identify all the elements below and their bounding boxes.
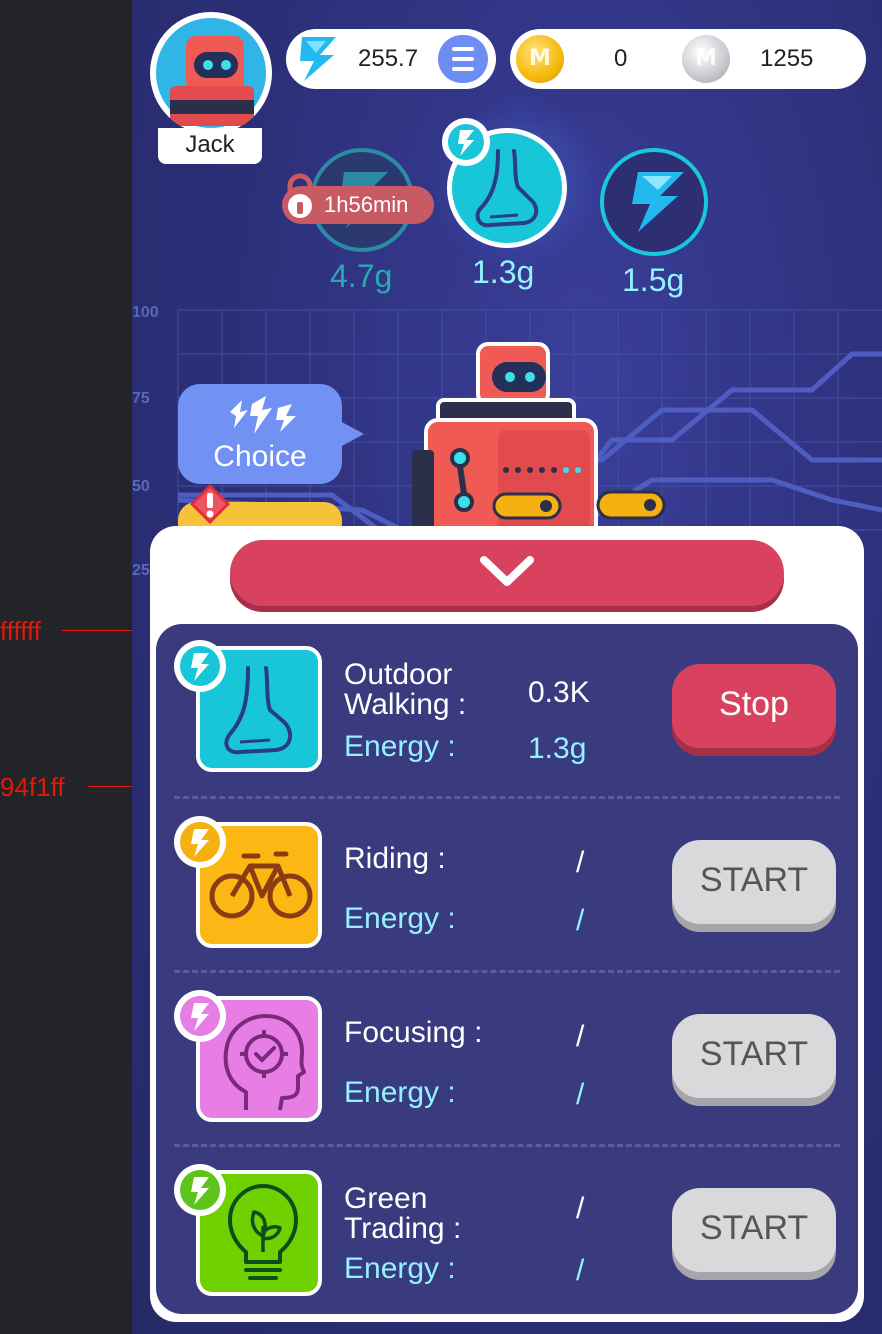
silver-coin-icon: M — [682, 35, 730, 83]
activity-panel: Outdoor Walking : 0.3K Energy : 1.3g Stop — [150, 526, 864, 1322]
chevron-down-icon — [480, 556, 534, 586]
silver-balance-value: 1255 — [760, 45, 814, 72]
energy-node-value: 4.7g — [330, 258, 393, 294]
energy-node-value: 1.3g — [472, 254, 535, 290]
foot-icon — [224, 666, 293, 755]
activity-value: 0.3K — [528, 676, 590, 709]
robot-avatar-icon — [170, 36, 254, 126]
head-focus-icon — [223, 1014, 306, 1111]
start-button[interactable]: START — [672, 1188, 836, 1272]
left-margin — [0, 0, 132, 1334]
energy-value: / — [576, 1078, 585, 1111]
gold-coin-icon: M — [516, 35, 564, 83]
chart-y-tick: 100 — [132, 304, 159, 321]
lightning-badge — [174, 816, 226, 868]
app-screen: Jack 255.7 M 0 M 1255 1h56min 4.7g 1.3g … — [132, 0, 882, 1334]
list-item-green-trading: Green Trading : / Energy : / START — [156, 1148, 858, 1322]
lightning-cluster-icon — [230, 396, 296, 434]
energy-value: / — [576, 1254, 585, 1287]
profile[interactable]: Jack — [150, 12, 272, 164]
activity-value: / — [576, 846, 585, 879]
lightning-icon — [632, 172, 684, 232]
activity-value: / — [576, 1192, 585, 1225]
alert-icon — [190, 484, 230, 524]
energy-node-value: 1.5g — [622, 262, 685, 298]
energy-label: Energy : — [344, 1076, 456, 1109]
activity-name: Focusing : — [344, 1016, 483, 1049]
energy-balance: 255.7 — [286, 29, 496, 89]
annotation-bottom-color: 94f1ff — [0, 772, 65, 802]
lightning-badge — [174, 640, 226, 692]
energy-node-ready[interactable] — [600, 148, 708, 256]
energy-label: Energy : — [344, 730, 456, 763]
menu-button[interactable] — [438, 35, 488, 83]
activity-name: Green Trading : — [344, 1182, 462, 1245]
lightbulb-icon — [228, 1184, 298, 1280]
activity-value: / — [576, 1020, 585, 1053]
activity-name: Outdoor Walking : — [344, 658, 467, 721]
gold-balance-value: 0 — [614, 45, 628, 72]
choice-button[interactable]: Choice — [178, 384, 342, 484]
row-divider — [174, 1144, 840, 1147]
activity-name: Riding : — [344, 842, 446, 875]
activity-list: Outdoor Walking : 0.3K Energy : 1.3g Stop — [156, 624, 858, 1314]
energy-value: / — [576, 904, 585, 937]
energy-label: Energy : — [344, 1252, 456, 1285]
lightning-icon — [300, 37, 336, 81]
annotation-top-color: ffffff — [0, 616, 41, 646]
row-divider — [174, 970, 840, 973]
row-divider — [174, 796, 840, 799]
coin-balances: M 0 M 1255 — [510, 29, 866, 89]
energy-balance-value: 255.7 — [358, 45, 419, 72]
start-button[interactable]: START — [672, 840, 836, 924]
robot-mascot — [412, 342, 666, 540]
chart-y-tick: 50 — [132, 478, 150, 495]
list-item-riding: Riding : / Energy : / START — [156, 800, 858, 974]
lock-icon — [283, 173, 317, 223]
avatar[interactable] — [150, 12, 272, 134]
start-button[interactable]: START — [672, 1014, 836, 1098]
collapse-button[interactable] — [230, 540, 784, 606]
list-item-focusing: Focusing : / Energy : / START — [156, 974, 858, 1148]
username-label: Jack — [158, 128, 262, 164]
energy-value: 1.3g — [528, 732, 587, 765]
stop-button[interactable]: Stop — [672, 664, 836, 748]
lightning-badge — [174, 990, 226, 1042]
lightning-badge — [174, 1164, 226, 1216]
choice-bubble-tail — [338, 420, 364, 448]
energy-label: Energy : — [344, 902, 456, 935]
chart-y-tick: 75 — [132, 390, 150, 407]
lightning-badge — [442, 118, 490, 166]
choice-label: Choice — [213, 440, 307, 473]
chart-y-tick: 25 — [132, 562, 150, 579]
list-item-walking: Outdoor Walking : 0.3K Energy : 1.3g Stop — [156, 624, 858, 798]
